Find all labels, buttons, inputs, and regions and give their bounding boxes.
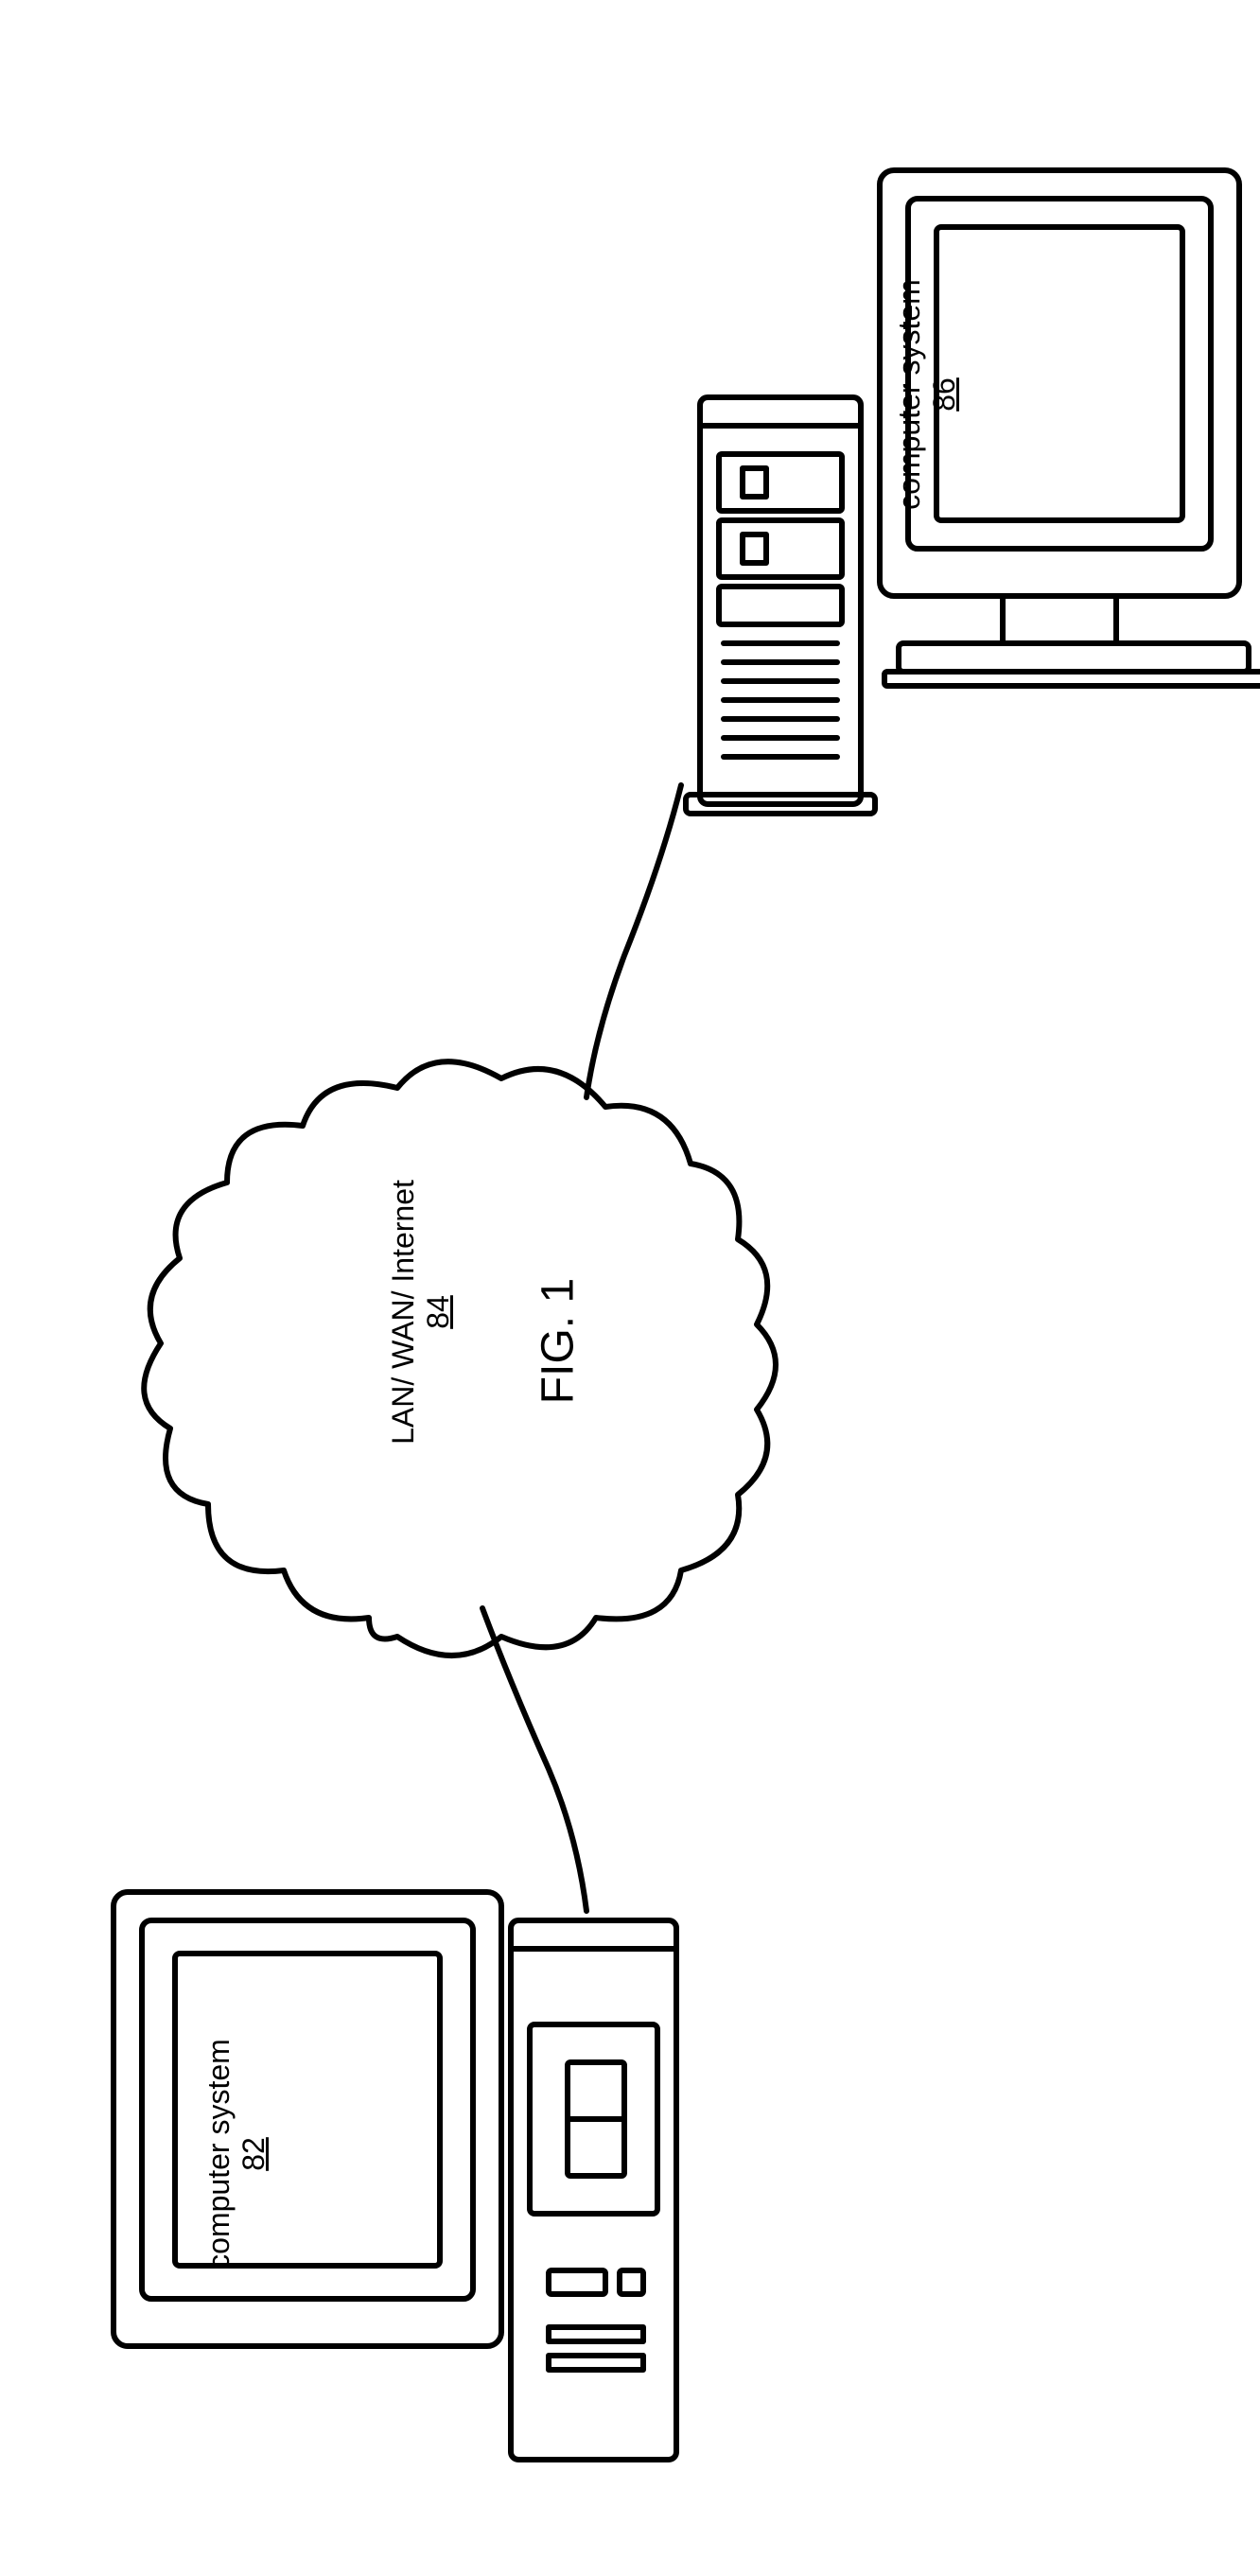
figure-label: FIG. 1 <box>533 1247 585 1436</box>
computer-82-monitor <box>114 1892 501 2346</box>
computer-86-label: computer system <box>892 253 927 536</box>
computer-82-case <box>511 1920 676 2460</box>
computer-82-number: 82 <box>236 2012 271 2296</box>
network-label: LAN/ WAN/ Internet <box>386 1147 421 1478</box>
computer-82-label-group: computer system 82 <box>201 2012 271 2296</box>
network-diagram: computer system 82 LAN/ WAN/ Internet 84… <box>38 38 1260 2538</box>
network-number: 84 <box>421 1147 456 1478</box>
computer-82-label: computer system <box>201 2012 236 2296</box>
network-label-group: LAN/ WAN/ Internet 84 <box>386 1147 456 1478</box>
cable-cloud-to-86 <box>586 785 681 1097</box>
computer-86-tower <box>686 397 875 814</box>
computer-86-number: 86 <box>927 253 962 536</box>
network-cloud <box>144 1061 776 1656</box>
cable-82-to-cloud <box>482 1608 586 1911</box>
computer-86-label-group: computer system 86 <box>892 253 962 536</box>
